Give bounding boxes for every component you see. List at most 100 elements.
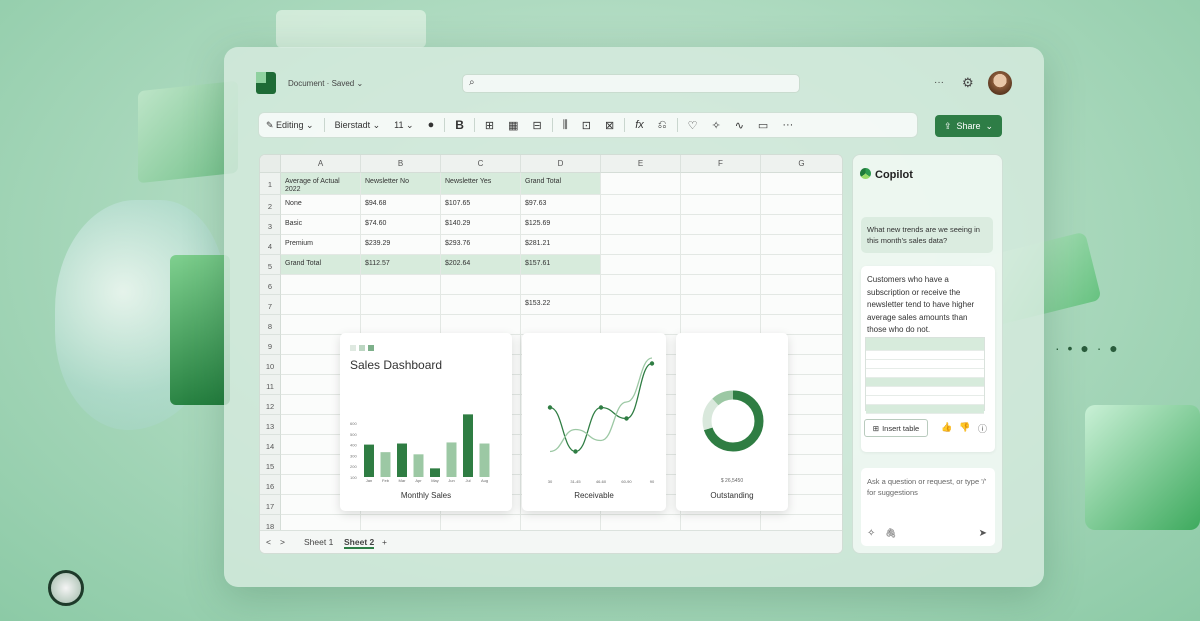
cell[interactable]	[441, 315, 521, 335]
copilot-sparkle-icon[interactable]: ✧	[704, 119, 727, 132]
row-header[interactable]: 6	[260, 275, 281, 295]
comment-icon[interactable]: ▭	[751, 119, 775, 132]
cell[interactable]	[761, 275, 842, 295]
editing-mode-button[interactable]: ✎ Editing ⌄	[259, 120, 321, 131]
cell[interactable]	[681, 315, 761, 335]
cell[interactable]: Average of Actual 2022	[281, 173, 361, 195]
cell[interactable]: $202.64	[441, 255, 521, 275]
font-family-select[interactable]: Bierstadt ⌄	[328, 120, 388, 131]
cell[interactable]: $140.29	[441, 215, 521, 235]
function-icon[interactable]: fx	[628, 119, 651, 131]
row-header[interactable]: 5	[260, 255, 281, 275]
user-avatar[interactable]	[988, 71, 1012, 95]
column-header-a[interactable]: A	[281, 155, 361, 173]
cell[interactable]: $153.22	[521, 295, 601, 315]
row-header[interactable]: 9	[260, 335, 281, 355]
cell[interactable]	[441, 295, 521, 315]
row-header[interactable]: 3	[260, 215, 281, 235]
column-header-b[interactable]: B	[361, 155, 441, 173]
prev-sheet-icon[interactable]: <	[266, 537, 271, 547]
cell[interactable]	[761, 235, 842, 255]
row-header[interactable]: 11	[260, 375, 281, 395]
cell[interactable]	[601, 235, 681, 255]
ideas-icon[interactable]: ♡	[681, 119, 705, 132]
attach-icon[interactable]: 🖇	[885, 528, 896, 539]
column-header-c[interactable]: C	[441, 155, 521, 173]
row-header[interactable]: 1	[260, 173, 281, 195]
receivable-card[interactable]: 30 31-45 46-60 60-90 90 Receivable	[522, 333, 666, 511]
cell[interactable]	[601, 255, 681, 275]
outstanding-card[interactable]: $ 26,5450 Outstanding	[676, 333, 788, 511]
send-icon[interactable]: ➤	[979, 528, 987, 539]
copilot-prompt-input[interactable]: Ask a question or request, or type '/' f…	[861, 468, 995, 546]
cell[interactable]: $281.21	[521, 235, 601, 255]
cell[interactable]: $97.63	[521, 195, 601, 215]
info-icon[interactable]: ⓘ	[978, 422, 987, 435]
column-header-d[interactable]: D	[521, 155, 601, 173]
thumbs-down-icon[interactable]: 👎	[959, 422, 970, 433]
thumbs-up-icon[interactable]: 👍	[941, 422, 952, 433]
settings-gear-icon[interactable]: ⚙	[962, 75, 974, 91]
cell[interactable]: $74.60	[361, 215, 441, 235]
cell[interactable]	[441, 275, 521, 295]
cell[interactable]	[681, 295, 761, 315]
spreadsheet-grid[interactable]: A B C D E F G 1 2 3 4 5 6 7 8 9 10 11 12 13 14 15 16 17 18 Averag…	[259, 154, 843, 554]
cell[interactable]	[601, 275, 681, 295]
cell[interactable]	[601, 315, 681, 335]
column-icon[interactable]: ⫼	[556, 119, 575, 132]
row-header[interactable]: 16	[260, 475, 281, 495]
column-header-e[interactable]: E	[601, 155, 681, 173]
insert-table-button[interactable]: ⊞ Insert table	[864, 419, 928, 437]
bold-button[interactable]: B	[448, 118, 471, 132]
merge-icon[interactable]: ⊡	[575, 119, 598, 132]
cell[interactable]: $125.69	[521, 215, 601, 235]
row-header[interactable]: 14	[260, 435, 281, 455]
row-header[interactable]: 7	[260, 295, 281, 315]
insert-table-icon[interactable]: ⊟	[526, 119, 549, 132]
cell[interactable]	[361, 315, 441, 335]
share-button[interactable]: ⇪ Share ⌄	[935, 115, 1002, 137]
cell[interactable]: $107.65	[441, 195, 521, 215]
cell[interactable]	[761, 173, 842, 195]
cell[interactable]	[521, 315, 601, 335]
cell[interactable]	[281, 275, 361, 295]
cell[interactable]	[601, 173, 681, 195]
cell[interactable]: $157.61	[521, 255, 601, 275]
add-sheet-icon[interactable]: +	[382, 537, 387, 547]
document-title[interactable]: Document · Saved ⌄	[288, 79, 363, 88]
cell[interactable]	[601, 215, 681, 235]
sparkle-icon[interactable]: ✧	[867, 528, 875, 539]
tab-sheet-1[interactable]: Sheet 1	[304, 537, 333, 547]
cell[interactable]: $239.29	[361, 235, 441, 255]
cell[interactable]	[761, 315, 842, 335]
cell[interactable]	[681, 215, 761, 235]
more-tools-icon[interactable]: ···	[775, 119, 800, 131]
cell-style-icon[interactable]: ▦	[501, 119, 525, 132]
tab-sheet-2[interactable]: Sheet 2	[344, 537, 375, 549]
cell[interactable]	[681, 235, 761, 255]
row-header[interactable]: 13	[260, 415, 281, 435]
cell[interactable]	[761, 255, 842, 275]
cell[interactable]: Newsletter Yes	[441, 173, 521, 195]
more-options-icon[interactable]: ···	[934, 77, 944, 88]
cell[interactable]: Basic	[281, 215, 361, 235]
select-all-corner[interactable]	[260, 155, 281, 173]
sales-dashboard-card[interactable]: Sales Dashboard 100 200 300 400 500 600 Jan Feb M…	[340, 333, 512, 511]
row-header[interactable]: 2	[260, 195, 281, 215]
cell[interactable]: None	[281, 195, 361, 215]
table-format-icon[interactable]: ⊞	[478, 119, 501, 132]
cell[interactable]	[281, 295, 361, 315]
row-header[interactable]: 15	[260, 455, 281, 475]
column-header-f[interactable]: F	[681, 155, 761, 173]
cell[interactable]: Premium	[281, 235, 361, 255]
row-header[interactable]: 4	[260, 235, 281, 255]
font-color-icon[interactable]: ●	[421, 119, 442, 131]
cell[interactable]: $112.57	[361, 255, 441, 275]
row-header[interactable]: 17	[260, 495, 281, 515]
cell[interactable]: $293.76	[441, 235, 521, 255]
row-header[interactable]: 8	[260, 315, 281, 335]
cell[interactable]	[601, 195, 681, 215]
sparkline-icon[interactable]: ∿	[728, 119, 751, 132]
cell[interactable]	[361, 275, 441, 295]
cell[interactable]	[521, 275, 601, 295]
